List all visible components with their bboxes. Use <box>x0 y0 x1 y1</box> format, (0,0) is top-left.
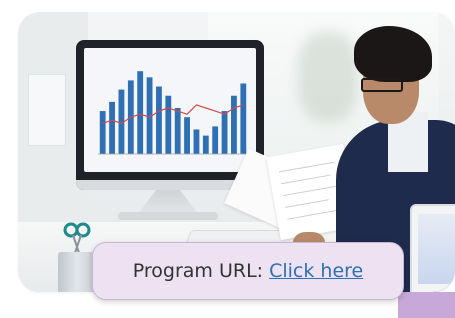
monitor-chart-bar <box>99 111 106 154</box>
monitor-chart-bar <box>221 111 228 154</box>
monitor-chart-bar <box>137 71 144 154</box>
laptop-screen <box>418 214 455 284</box>
monitor-chart <box>98 71 248 155</box>
scissors-icon <box>63 222 91 256</box>
monitor-base <box>118 212 218 220</box>
pen-cup <box>58 252 96 292</box>
glasses-icon <box>361 78 403 92</box>
monitor <box>76 40 264 190</box>
program-url-link[interactable]: Click here <box>269 260 363 282</box>
monitor-chart-bar <box>212 126 219 154</box>
laptop <box>410 204 455 292</box>
monitor-chart-bar <box>231 95 237 154</box>
monitor-chart-bar <box>184 117 190 154</box>
monitor-chart-bar <box>109 101 115 154</box>
monitor-chart-bar <box>174 108 181 154</box>
monitor-chart-bar <box>202 135 209 154</box>
program-url-caption: Program URL: Click here <box>92 242 404 300</box>
plant-blur <box>298 32 358 122</box>
monitor-screen <box>84 48 256 172</box>
wall-frame <box>28 74 66 146</box>
monitor-chart-bar <box>156 86 162 154</box>
accent-bar <box>398 292 455 318</box>
monitor-chart-bar <box>240 83 247 154</box>
monitor-chart-bar <box>193 129 200 154</box>
monitor-chart-bar <box>165 95 172 154</box>
monitor-stand <box>138 190 198 214</box>
program-url-label: Program URL: <box>132 260 264 282</box>
